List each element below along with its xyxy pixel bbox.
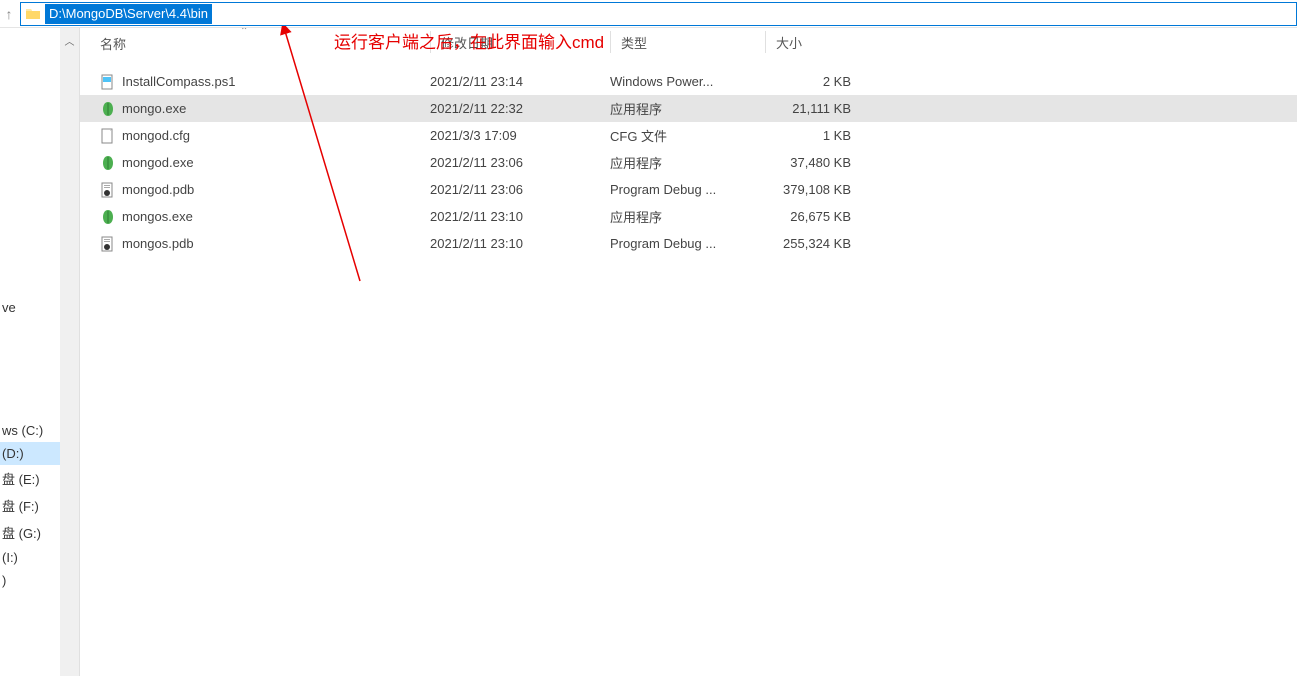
file-rows-container: InstallCompass.ps1 2021/2/11 23:14Windows… xyxy=(80,62,1297,257)
file-name-cell: mongod.pdb xyxy=(100,182,430,198)
up-arrow-icon[interactable]: ↑ xyxy=(0,6,18,22)
leaf-icon xyxy=(100,209,116,225)
file-row[interactable]: mongo.exe 2021/2/11 22:32应用程序21,111 KB xyxy=(80,95,1297,122)
annotation-label: 运行客户端之后，在此界面输入cmd xyxy=(334,28,604,53)
file-row[interactable]: mongod.exe 2021/2/11 23:06应用程序37,480 KB xyxy=(80,149,1297,176)
file-type-cell: Program Debug ... xyxy=(610,236,765,251)
nav-item[interactable] xyxy=(0,288,60,296)
file-date-cell: 2021/2/11 23:06 xyxy=(430,182,610,197)
file-name-label: mongod.pdb xyxy=(122,182,194,197)
file-name-label: mongod.exe xyxy=(122,155,194,170)
file-name-label: mongos.pdb xyxy=(122,236,194,251)
folder-icon xyxy=(25,6,41,22)
col-header-size[interactable]: 大小 xyxy=(765,31,855,53)
nav-item[interactable]: 盘 (F:) xyxy=(0,492,60,519)
address-bar[interactable]: D:\MongoDB\Server\4.4\bin xyxy=(20,2,1297,26)
nav-item[interactable]: ve xyxy=(0,296,60,319)
nav-item[interactable]: (D:) xyxy=(0,442,60,465)
file-date-cell: 2021/2/11 23:10 xyxy=(430,236,610,251)
nav-item[interactable]: ws (C:) xyxy=(0,419,60,442)
file-size-cell: 26,675 KB xyxy=(765,209,855,224)
file-type-cell: 应用程序 xyxy=(610,99,765,118)
file-date-cell: 2021/2/11 22:32 xyxy=(430,101,610,116)
file-size-cell: 255,324 KB xyxy=(765,236,855,251)
nav-item[interactable]: 盘 (E:) xyxy=(0,465,60,492)
file-name-cell: mongos.pdb xyxy=(100,236,430,252)
file-type-cell: CFG 文件 xyxy=(610,126,765,145)
col-name-label: 名称 xyxy=(100,37,126,52)
address-bar-row: ↑ D:\MongoDB\Server\4.4\bin xyxy=(0,0,1297,28)
file-size-cell: 379,108 KB xyxy=(765,182,855,197)
file-type-cell: 应用程序 xyxy=(610,153,765,172)
columns-header[interactable]: 名称 ⌃ 修改日期 类型 大小 xyxy=(80,28,1297,62)
address-path[interactable]: D:\MongoDB\Server\4.4\bin xyxy=(45,4,212,24)
file-name-cell: mongo.exe xyxy=(100,101,430,117)
file-row[interactable]: mongod.pdb 2021/2/11 23:06Program Debug .… xyxy=(80,176,1297,203)
pdb-icon xyxy=(100,182,116,198)
file-name-cell: InstallCompass.ps1 xyxy=(100,74,430,90)
file-name-cell: mongod.exe xyxy=(100,155,430,171)
file-row[interactable]: mongos.pdb 2021/2/11 23:10Program Debug .… xyxy=(80,230,1297,257)
ps1-icon xyxy=(100,74,116,90)
pdb-icon xyxy=(100,236,116,252)
file-type-cell: 应用程序 xyxy=(610,207,765,226)
nav-item[interactable]: (I:) xyxy=(0,546,60,569)
nav-item[interactable]: 盘 (G:) xyxy=(0,519,60,546)
file-name-cell: mongos.exe xyxy=(100,209,430,225)
leaf-icon xyxy=(100,155,116,171)
cfg-icon xyxy=(100,128,116,144)
scroll-up-icon[interactable]: ︿ xyxy=(61,32,78,49)
file-date-cell: 2021/2/11 23:14 xyxy=(430,74,610,89)
file-size-cell: 21,111 KB xyxy=(765,101,855,116)
file-row[interactable]: mongos.exe 2021/2/11 23:10应用程序26,675 KB xyxy=(80,203,1297,230)
main-area: ve ws (C:)(D:)盘 (E:)盘 (F:)盘 (G:)(I:)) ︿ … xyxy=(0,28,1297,676)
file-name-label: mongod.cfg xyxy=(122,128,190,143)
file-type-cell: Windows Power... xyxy=(610,74,765,89)
file-date-cell: 2021/3/3 17:09 xyxy=(430,128,610,143)
nav-scrollbar[interactable]: ︿ xyxy=(60,28,80,676)
file-date-cell: 2021/2/11 23:06 xyxy=(430,155,610,170)
file-row[interactable]: mongod.cfg 2021/3/3 17:09CFG 文件1 KB xyxy=(80,122,1297,149)
file-size-cell: 2 KB xyxy=(765,74,855,89)
nav-item[interactable]: ) xyxy=(0,569,60,592)
file-list: 名称 ⌃ 修改日期 类型 大小 InstallCompass.ps1 2021/2… xyxy=(80,28,1297,676)
file-size-cell: 1 KB xyxy=(765,128,855,143)
file-name-label: mongo.exe xyxy=(122,101,186,116)
sort-indicator-icon: ⌃ xyxy=(240,28,248,37)
nav-pane[interactable]: ve ws (C:)(D:)盘 (E:)盘 (F:)盘 (G:)(I:)) xyxy=(0,28,60,676)
file-name-label: mongos.exe xyxy=(122,209,193,224)
leaf-icon xyxy=(100,101,116,117)
file-name-label: InstallCompass.ps1 xyxy=(122,74,235,89)
file-date-cell: 2021/2/11 23:10 xyxy=(430,209,610,224)
file-type-cell: Program Debug ... xyxy=(610,182,765,197)
col-header-type[interactable]: 类型 xyxy=(610,31,765,53)
file-size-cell: 37,480 KB xyxy=(765,155,855,170)
file-name-cell: mongod.cfg xyxy=(100,128,430,144)
col-type-label: 类型 xyxy=(621,33,647,52)
col-size-label: 大小 xyxy=(776,33,802,52)
file-row[interactable]: InstallCompass.ps1 2021/2/11 23:14Windows… xyxy=(80,68,1297,95)
